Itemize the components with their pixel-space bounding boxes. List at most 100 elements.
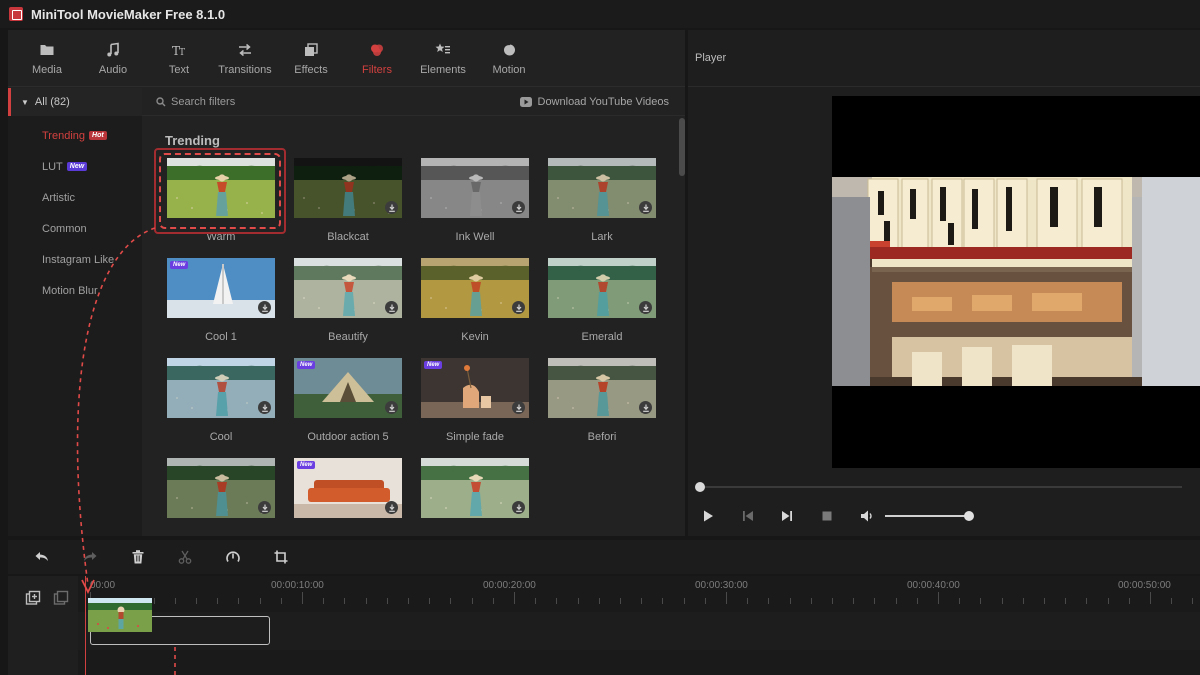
filter-card[interactable]: Ink Well bbox=[421, 158, 529, 243]
tab-transitions[interactable]: Transitions bbox=[212, 30, 278, 86]
filter-thumbnail: New bbox=[294, 358, 402, 418]
category-all[interactable]: ▼ All (82) bbox=[8, 88, 142, 116]
filter-card[interactable]: New Simple fade bbox=[421, 358, 529, 443]
redo-button[interactable] bbox=[82, 549, 98, 565]
speedometer-icon bbox=[226, 551, 240, 562]
ruler-tick bbox=[493, 598, 494, 604]
download-filter-button[interactable] bbox=[258, 401, 271, 414]
tab-effects[interactable]: Effects bbox=[278, 30, 344, 86]
category-lut[interactable]: LUT New bbox=[8, 151, 142, 182]
grid-scrollbar[interactable] bbox=[679, 118, 685, 176]
tab-media[interactable]: Media bbox=[14, 30, 80, 86]
tab-motion[interactable]: Motion bbox=[476, 30, 542, 86]
category-all-label: All (82) bbox=[34, 96, 70, 108]
volume-button[interactable] bbox=[859, 508, 875, 524]
tab-text[interactable]: T T Text bbox=[146, 30, 212, 86]
crop-button[interactable] bbox=[273, 549, 289, 565]
ruler-tick bbox=[429, 598, 430, 604]
filter-card[interactable]: Kevin bbox=[421, 258, 529, 343]
tab-audio[interactable]: Audio bbox=[80, 30, 146, 86]
filter-card[interactable]: Emerald bbox=[548, 258, 656, 343]
download-filter-button[interactable] bbox=[258, 501, 271, 514]
ruler-tick bbox=[238, 598, 239, 604]
next-frame-button[interactable] bbox=[779, 508, 795, 524]
download-filter-button[interactable] bbox=[639, 301, 652, 314]
download-icon bbox=[261, 404, 268, 412]
ruler-tick bbox=[196, 598, 197, 604]
ruler-tick bbox=[302, 592, 303, 604]
download-filter-button[interactable] bbox=[512, 301, 525, 314]
filter-card[interactable]: Blackcat bbox=[294, 158, 402, 243]
ruler-tick bbox=[323, 598, 324, 604]
previous-frame-button[interactable] bbox=[740, 508, 756, 524]
ruler-tick bbox=[366, 598, 367, 604]
filter-card[interactable]: Befori bbox=[548, 358, 656, 443]
download-filter-button[interactable] bbox=[512, 501, 525, 514]
category-common[interactable]: Common bbox=[8, 213, 142, 244]
volume-slider[interactable] bbox=[885, 511, 974, 521]
category-instagram-like[interactable]: Instagram Like bbox=[8, 244, 142, 275]
filter-label: Kevin bbox=[461, 331, 489, 343]
tab-filters[interactable]: Filters bbox=[344, 30, 410, 86]
tab-label: Text bbox=[168, 64, 190, 76]
filter-card[interactable]: Lark bbox=[548, 158, 656, 243]
filter-card[interactable]: Cool bbox=[167, 358, 275, 443]
category-motion-blur[interactable]: Motion Blur bbox=[8, 275, 142, 306]
download-filter-button[interactable] bbox=[639, 401, 652, 414]
tab-label: Elements bbox=[420, 64, 466, 76]
category-artistic[interactable]: Artistic bbox=[8, 182, 142, 213]
download-icon bbox=[515, 504, 522, 512]
add-track-icon bbox=[25, 590, 41, 605]
playback-progress-bar[interactable] bbox=[695, 482, 1182, 492]
download-filter-button[interactable] bbox=[258, 301, 271, 314]
track-manager-button[interactable] bbox=[53, 590, 69, 606]
download-filter-button[interactable] bbox=[385, 201, 398, 214]
download-youtube-button[interactable]: Download YouTube Videos bbox=[519, 96, 669, 108]
speed-button[interactable] bbox=[225, 549, 241, 565]
download-icon bbox=[515, 304, 522, 312]
download-filter-button[interactable] bbox=[512, 201, 525, 214]
download-filter-button[interactable] bbox=[385, 401, 398, 414]
filter-card[interactable] bbox=[167, 458, 275, 531]
undo-button[interactable] bbox=[34, 549, 50, 565]
filter-card[interactable]: Beautify bbox=[294, 258, 402, 343]
volume-knob[interactable] bbox=[964, 511, 974, 521]
filter-card[interactable] bbox=[421, 458, 529, 531]
tab-elements[interactable]: Elements bbox=[410, 30, 476, 86]
ruler-tick bbox=[811, 598, 812, 604]
split-button[interactable] bbox=[177, 549, 193, 565]
search-input[interactable]: Search filters bbox=[156, 96, 235, 108]
filter-card[interactable]: New bbox=[294, 458, 402, 531]
play-button[interactable] bbox=[700, 508, 716, 524]
filter-thumbnail bbox=[421, 258, 529, 318]
ruler-time-label: 00:00:50:00 bbox=[1118, 580, 1171, 591]
download-filter-button[interactable] bbox=[385, 301, 398, 314]
stop-button[interactable] bbox=[819, 508, 835, 524]
player-screen bbox=[832, 96, 1200, 468]
add-track-button[interactable] bbox=[25, 590, 41, 606]
dragged-filter-thumbnail[interactable] bbox=[88, 598, 152, 632]
ruler-tick bbox=[1002, 598, 1003, 604]
timeline-playhead[interactable] bbox=[85, 576, 86, 675]
ruler-tick bbox=[175, 598, 176, 604]
download-filter-button[interactable] bbox=[385, 501, 398, 514]
ruler-tick bbox=[705, 598, 706, 604]
category-label: LUT bbox=[42, 160, 63, 173]
progress-knob[interactable] bbox=[695, 482, 705, 492]
filter-thumbnail bbox=[548, 358, 656, 418]
ruler-tick bbox=[620, 598, 621, 604]
ruler-tick bbox=[1192, 598, 1193, 604]
download-filter-button[interactable] bbox=[639, 201, 652, 214]
ruler-tick bbox=[1023, 598, 1024, 604]
filter-card[interactable]: New Outdoor action 5 bbox=[294, 358, 402, 443]
speaker-icon bbox=[861, 510, 872, 522]
new-badge: New bbox=[66, 162, 88, 171]
ruler-tick bbox=[980, 598, 981, 604]
category-trending[interactable]: Trending Hot bbox=[8, 120, 142, 151]
filter-thumbnail: New bbox=[421, 358, 529, 418]
search-bar: Search filters Download YouTube Videos bbox=[142, 88, 685, 116]
filter-card[interactable]: New Cool 1 bbox=[167, 258, 275, 343]
elements-icon bbox=[435, 43, 450, 54]
download-filter-button[interactable] bbox=[512, 401, 525, 414]
delete-button[interactable] bbox=[130, 549, 146, 565]
